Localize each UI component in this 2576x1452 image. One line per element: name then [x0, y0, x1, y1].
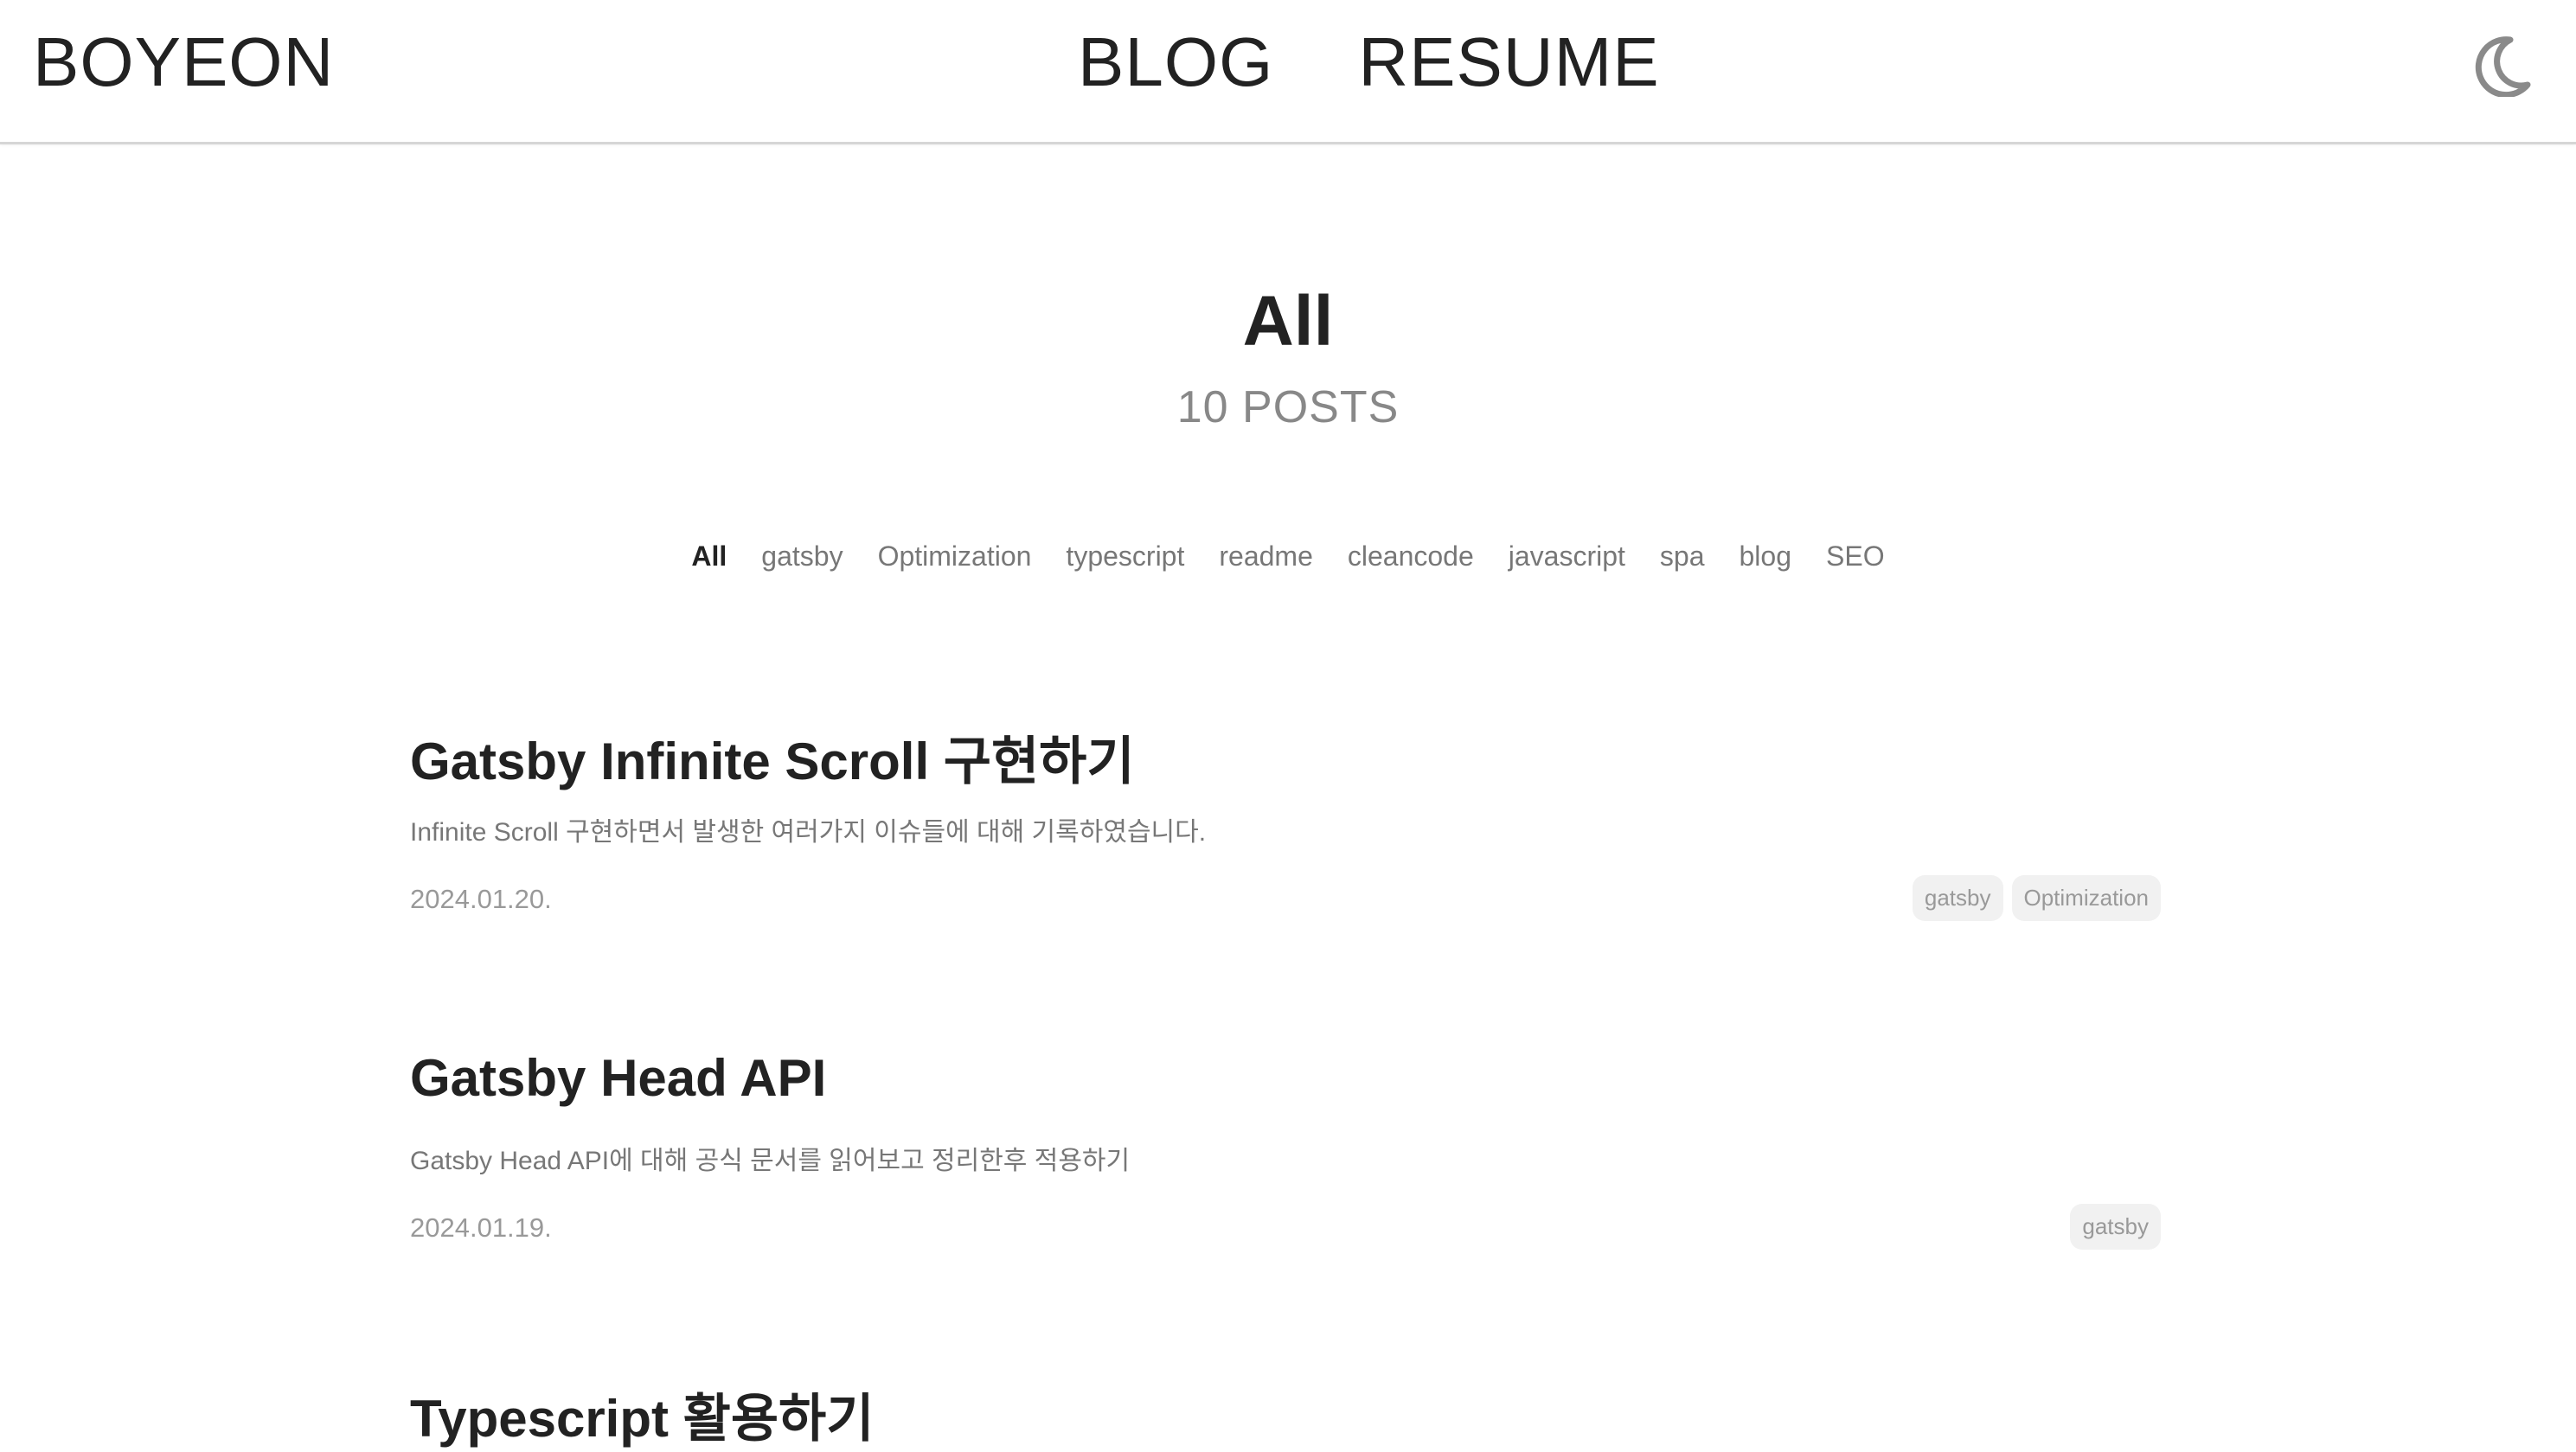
post-tags: gatsby Optimization: [1912, 875, 2161, 921]
post-date: 2024.01.20.: [410, 884, 552, 914]
post-tag[interactable]: Optimization: [2011, 875, 2161, 921]
post-count: 10 POSTS: [1176, 382, 1400, 432]
nav-resume[interactable]: RESUME: [1358, 22, 1659, 102]
page-hero: All 10 POSTS: [0, 281, 2576, 433]
category-javascript[interactable]: javascript: [1509, 541, 1625, 572]
site-logo[interactable]: BOYEON: [33, 22, 334, 102]
category-gatsby[interactable]: gatsby: [761, 541, 843, 572]
page-title: All: [1242, 282, 1334, 361]
post-title[interactable]: Typescript 활용하기: [410, 1377, 2161, 1452]
post-date: 2024.01.19.: [410, 1212, 552, 1243]
category-seo[interactable]: SEO: [1826, 541, 1885, 572]
post-title[interactable]: Gatsby Head API: [410, 1048, 2161, 1108]
main-nav: BLOG RESUME: [1078, 22, 1660, 102]
category-readme[interactable]: readme: [1219, 541, 1313, 572]
category-filter: All gatsby Optimization typescript readm…: [0, 541, 2576, 572]
post-description: Gatsby Head API에 대해 공식 문서를 읽어보고 정리한후 적용하…: [410, 1147, 1131, 1175]
category-cleancode[interactable]: cleancode: [1348, 541, 1474, 572]
post-item[interactable]: Typescript 활용하기: [410, 1377, 2161, 1452]
post-tags: gatsby: [2070, 1204, 2161, 1250]
post-item[interactable]: Gatsby Head API Gatsby Head API에 대해 공식 문…: [410, 1048, 2161, 1250]
post-item[interactable]: Gatsby Infinite Scroll 구현하기 Infinite Scr…: [410, 720, 2161, 921]
nav-blog[interactable]: BLOG: [1078, 22, 1273, 102]
category-blog[interactable]: blog: [1740, 541, 1792, 572]
post-tag[interactable]: gatsby: [1912, 875, 2003, 921]
post-title[interactable]: Gatsby Infinite Scroll 구현하기: [410, 720, 2161, 795]
moon-icon[interactable]: [2470, 35, 2533, 97]
post-description: Infinite Scroll 구현하면서 발생한 여러가지 이슈들에 대해 기…: [410, 818, 1207, 847]
post-tag[interactable]: gatsby: [2070, 1204, 2161, 1250]
category-spa[interactable]: spa: [1660, 541, 1705, 572]
category-all[interactable]: All: [691, 541, 727, 572]
site-header: BOYEON BLOG RESUME: [0, 0, 2576, 144]
category-typescript[interactable]: typescript: [1066, 541, 1184, 572]
category-optimization[interactable]: Optimization: [878, 541, 1032, 572]
